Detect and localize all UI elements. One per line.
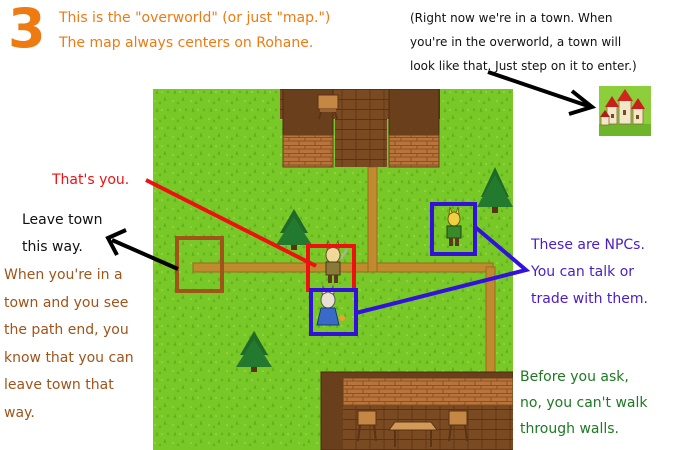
game-map[interactable] bbox=[153, 89, 513, 450]
leave-town-line-1: Leave town bbox=[22, 212, 103, 228]
building-top bbox=[280, 89, 440, 168]
path-note-line-1: When you're in a bbox=[4, 267, 123, 283]
leave-town-line-2: this way. bbox=[22, 239, 83, 255]
intro-line-1: This is the "overworld" (or just "map.") bbox=[59, 10, 331, 26]
path-note-line-2: town and you see bbox=[4, 294, 129, 311]
step-number: 3 bbox=[8, 0, 46, 60]
building-bottom bbox=[320, 371, 513, 450]
walls-note-line-2: no, you can't walk bbox=[520, 395, 648, 411]
town-icon bbox=[599, 86, 651, 136]
intro-line-2: The map always centers on Rohane. bbox=[59, 35, 314, 51]
npc-note-line-2: You can talk or bbox=[531, 264, 635, 280]
path-end-note: When you're in a town and you see the pa… bbox=[4, 262, 134, 427]
town-note-line-3: look like that. Just step on it to enter… bbox=[410, 59, 637, 73]
walls-note-line-3: through walls. bbox=[520, 421, 620, 437]
walls-note: Before you ask, no, you can't walk throu… bbox=[520, 364, 647, 442]
npc-note: These are NPCs. You can talk or trade wi… bbox=[531, 232, 648, 313]
you-label: That's you. bbox=[52, 172, 130, 188]
path-note-line-5: leave town that bbox=[4, 377, 114, 393]
npc-note-line-3: trade with them. bbox=[531, 291, 648, 307]
town-note: (Right now we're in a town. When you're … bbox=[410, 6, 637, 78]
path-note-line-4: know that you can bbox=[4, 349, 134, 366]
npc-note-line-1: These are NPCs. bbox=[531, 237, 645, 253]
town-note-line-1: (Right now we're in a town. When bbox=[410, 11, 613, 25]
leave-town-label: Leave town this way. bbox=[22, 207, 102, 261]
walls-note-line-1: Before you ask, bbox=[520, 369, 629, 385]
path-note-line-6: way. bbox=[4, 404, 35, 421]
intro-text: This is the "overworld" (or just "map.")… bbox=[59, 6, 330, 56]
town-note-line-2: you're in the overworld, a town will bbox=[410, 35, 622, 49]
path-note-line-3: the path end, you bbox=[4, 322, 129, 338]
